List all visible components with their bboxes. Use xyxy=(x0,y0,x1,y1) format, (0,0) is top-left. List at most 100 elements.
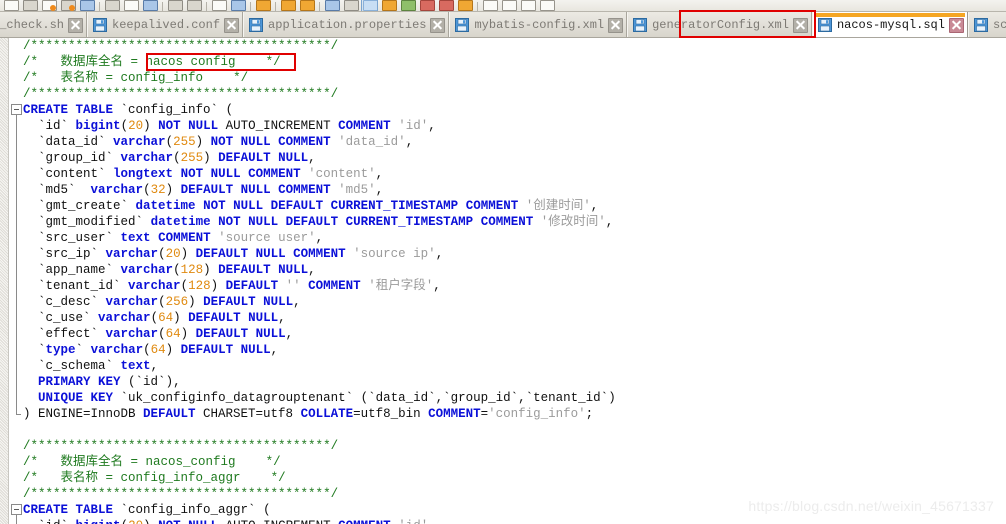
tab-mybatis-config-xml[interactable]: mybatis-config.xml xyxy=(449,12,628,37)
code-token: `c_schema` xyxy=(38,359,114,373)
page-setup-button[interactable] xyxy=(141,0,158,11)
tab-x-check-sh[interactable]: x_check.sh xyxy=(0,12,88,37)
code-line[interactable]: `tenant_id` varchar(128) DEFAULT '' COMM… xyxy=(23,278,1006,294)
code-line[interactable]: `id` bigint(20) NOT NULL AUTO_INCREMENT … xyxy=(23,518,1006,524)
code-token: `src_ip` xyxy=(38,247,99,261)
code-line[interactable]: /***************************************… xyxy=(23,438,1006,454)
print-button[interactable] xyxy=(103,0,120,11)
code-token: CREATE TABLE xyxy=(23,103,114,117)
show-symbol-button[interactable] xyxy=(418,0,435,11)
code-token: ) xyxy=(165,183,181,197)
indent-guide-button[interactable] xyxy=(399,0,416,11)
tab-nacos-mysql-sql[interactable]: nacos-mysql.sql xyxy=(811,12,968,37)
code-line[interactable]: /* 表名称 = config_info */ xyxy=(23,70,1006,86)
code-line[interactable]: `id` bigint(20) NOT NULL AUTO_INCREMENT … xyxy=(23,118,1006,134)
function-list-button[interactable] xyxy=(538,0,555,11)
tab-keepalived-conf[interactable]: keepalived.conf xyxy=(87,12,244,37)
word-wrap-button[interactable] xyxy=(361,0,378,11)
close-icon[interactable] xyxy=(792,17,808,33)
code-token: , xyxy=(375,183,384,197)
document-map-button[interactable] xyxy=(519,0,536,11)
code-token: bigint xyxy=(75,119,121,133)
find-button[interactable] xyxy=(279,0,296,11)
code-line[interactable]: PRIMARY KEY (`id`), xyxy=(23,374,1006,390)
code-line[interactable]: `gmt_create` datetime NOT NULL DEFAULT C… xyxy=(23,198,1006,214)
fold-toggle-icon[interactable] xyxy=(11,504,22,515)
tab-schema-sql[interactable]: schema.sql xyxy=(967,12,1006,37)
print-preview-button[interactable] xyxy=(122,0,139,11)
show-all-chars-button[interactable] xyxy=(380,0,397,11)
code-token: COMMENT xyxy=(428,407,481,421)
code-line[interactable]: `src_user` text COMMENT 'source user', xyxy=(23,230,1006,246)
close-file-button[interactable] xyxy=(78,0,95,11)
code-editor[interactable]: /***************************************… xyxy=(0,38,1006,524)
code-line[interactable]: ) ENGINE=InnoDB DEFAULT CHARSET=utf8 COL… xyxy=(23,406,1006,422)
code-line[interactable]: CREATE TABLE `config_info` ( xyxy=(23,102,1006,118)
close-icon[interactable] xyxy=(430,17,446,33)
copy-button[interactable] xyxy=(229,0,246,11)
cut-button[interactable] xyxy=(210,0,227,11)
fold-toggle-icon[interactable] xyxy=(11,104,22,115)
underline-button[interactable] xyxy=(437,0,454,11)
close-icon[interactable] xyxy=(948,17,964,33)
replace-button[interactable] xyxy=(298,0,315,11)
code-line[interactable]: `c_schema` text, xyxy=(23,358,1006,374)
code-token: 'data_id' xyxy=(338,135,406,149)
code-token: /*************************************** xyxy=(23,39,324,53)
open-file-button[interactable] xyxy=(21,0,38,11)
code-line[interactable]: UNIQUE KEY `uk_configinfo_datagrouptenan… xyxy=(23,390,1006,406)
code-token: 'source user' xyxy=(218,231,316,245)
code-line[interactable]: `data_id` varchar(255) NOT NULL COMMENT … xyxy=(23,134,1006,150)
code-line[interactable]: `src_ip` varchar(20) DEFAULT NULL COMMEN… xyxy=(23,246,1006,262)
close-icon[interactable] xyxy=(224,17,240,33)
view-pane-button[interactable] xyxy=(481,0,498,11)
code-token: '创建时间' xyxy=(525,199,591,213)
code-line[interactable]: `gmt_modified` datetime NOT NULL DEFAULT… xyxy=(23,214,1006,230)
close-icon[interactable] xyxy=(608,17,624,33)
color-picker-button[interactable] xyxy=(456,0,473,11)
editor-gutter xyxy=(0,38,9,524)
code-line[interactable]: `effect` varchar(64) DEFAULT NULL, xyxy=(23,326,1006,342)
code-line[interactable]: /* 数据库全名 = nacos_config */ xyxy=(23,454,1006,470)
close-icon[interactable] xyxy=(68,17,84,33)
code-token: , xyxy=(590,199,599,213)
fold-margin[interactable] xyxy=(10,38,23,524)
save-file-icon xyxy=(633,18,648,32)
paste-button[interactable] xyxy=(254,0,271,11)
code-line[interactable]: /* 表名称 = config_info_aggr */ xyxy=(23,470,1006,486)
code-line[interactable]: /* 数据库全名 = nacos config */ xyxy=(0,54,1006,70)
save-file-button[interactable] xyxy=(40,0,57,11)
code-line[interactable] xyxy=(23,422,1006,438)
split-view-button[interactable] xyxy=(500,0,517,11)
code-token: DEFAULT NULL xyxy=(195,247,286,261)
code-line[interactable]: `content` longtext NOT NULL COMMENT 'con… xyxy=(23,166,1006,182)
code-content[interactable]: /***************************************… xyxy=(0,38,1006,524)
redo-button[interactable] xyxy=(185,0,202,11)
save-all-button[interactable] xyxy=(59,0,76,11)
tab-generatorconfig-xml[interactable]: generatorConfig.xml xyxy=(627,12,812,37)
code-line[interactable]: /***************************************… xyxy=(23,38,1006,54)
zoom-in-button[interactable] xyxy=(323,0,340,11)
code-line[interactable]: `c_desc` varchar(256) DEFAULT NULL, xyxy=(23,294,1006,310)
undo-button[interactable] xyxy=(166,0,183,11)
code-line[interactable]: `group_id` varchar(255) DEFAULT NULL, xyxy=(23,150,1006,166)
tab-application-properties[interactable]: application.properties xyxy=(243,12,450,37)
code-line[interactable]: `app_name` varchar(128) DEFAULT NULL, xyxy=(23,262,1006,278)
code-line[interactable]: `md5` varchar(32) DEFAULT NULL COMMENT '… xyxy=(23,182,1006,198)
zoom-out-button[interactable] xyxy=(342,0,359,11)
code-line[interactable]: `type` varchar(64) DEFAULT NULL, xyxy=(23,342,1006,358)
new-file-button[interactable] xyxy=(2,0,19,11)
code-line[interactable]: /***************************************… xyxy=(23,86,1006,102)
code-token: ) xyxy=(203,151,219,165)
code-token: varchar xyxy=(120,263,174,277)
copy-icon xyxy=(231,0,246,11)
code-token: ) xyxy=(203,263,219,277)
code-line[interactable]: `c_use` varchar(64) DEFAULT NULL, xyxy=(23,310,1006,326)
